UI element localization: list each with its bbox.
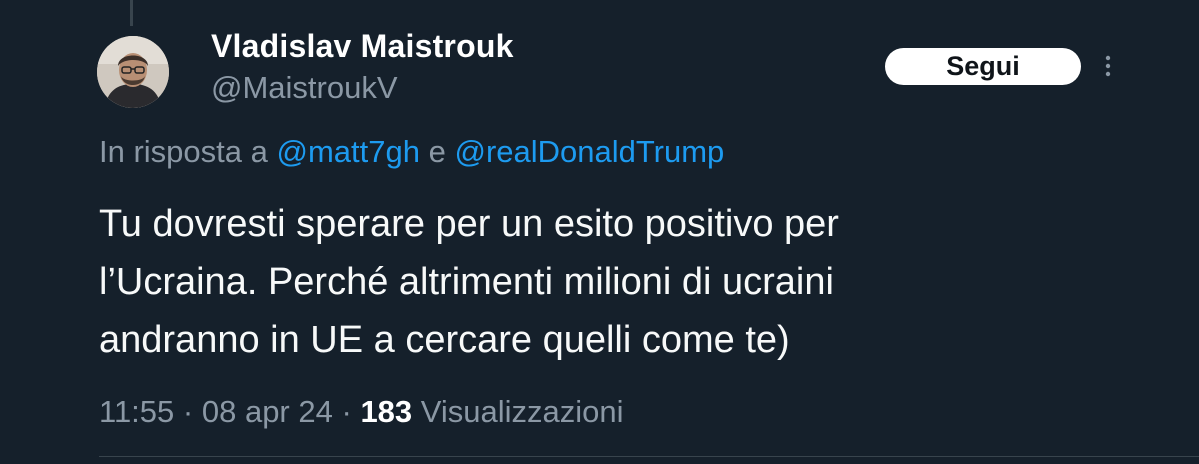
reply-prefix: In risposta a — [99, 134, 268, 169]
tweet-time[interactable]: 11:55 — [99, 394, 174, 429]
reply-conjunction: e — [428, 134, 446, 169]
author-info[interactable]: Vladislav Maistrouk @MaistroukV — [211, 26, 514, 108]
views-label[interactable]: Visualizzazioni — [421, 394, 624, 429]
tweet-text-line: l’Ucraina. Perché altrimenti milioni di … — [99, 261, 834, 303]
author-handle[interactable]: @MaistroukV — [211, 68, 514, 108]
reply-mention-matt7gh[interactable]: @matt7gh — [277, 134, 420, 169]
reply-context: In risposta a @matt7gh e @realDonaldTrum… — [99, 132, 724, 172]
tweet-text-line: Tu dovresti sperare per un esito positiv… — [99, 203, 839, 245]
tweet-date[interactable]: 08 apr 24 — [202, 394, 333, 429]
divider — [99, 456, 1199, 457]
meta-separator: · — [182, 394, 194, 429]
reply-mention-realdonaldtrump[interactable]: @realDonaldTrump — [454, 134, 724, 169]
tweet-metadata: 11:55 · 08 apr 24 · 183 Visualizzazioni — [99, 392, 624, 432]
author-display-name[interactable]: Vladislav Maistrouk — [211, 26, 514, 66]
thread-connector-line — [130, 0, 133, 26]
avatar[interactable] — [97, 36, 169, 108]
follow-button[interactable]: Segui — [885, 48, 1081, 85]
tweet-text: Tu dovresti sperare per un esito positiv… — [99, 195, 1119, 369]
avatar-photo — [97, 36, 169, 108]
meta-separator: · — [341, 394, 352, 429]
more-vertical-icon[interactable] — [1100, 52, 1116, 82]
views-count[interactable]: 183 — [360, 394, 412, 429]
tweet-text-line: andranno in UE a cercare quelli come te) — [99, 319, 790, 361]
